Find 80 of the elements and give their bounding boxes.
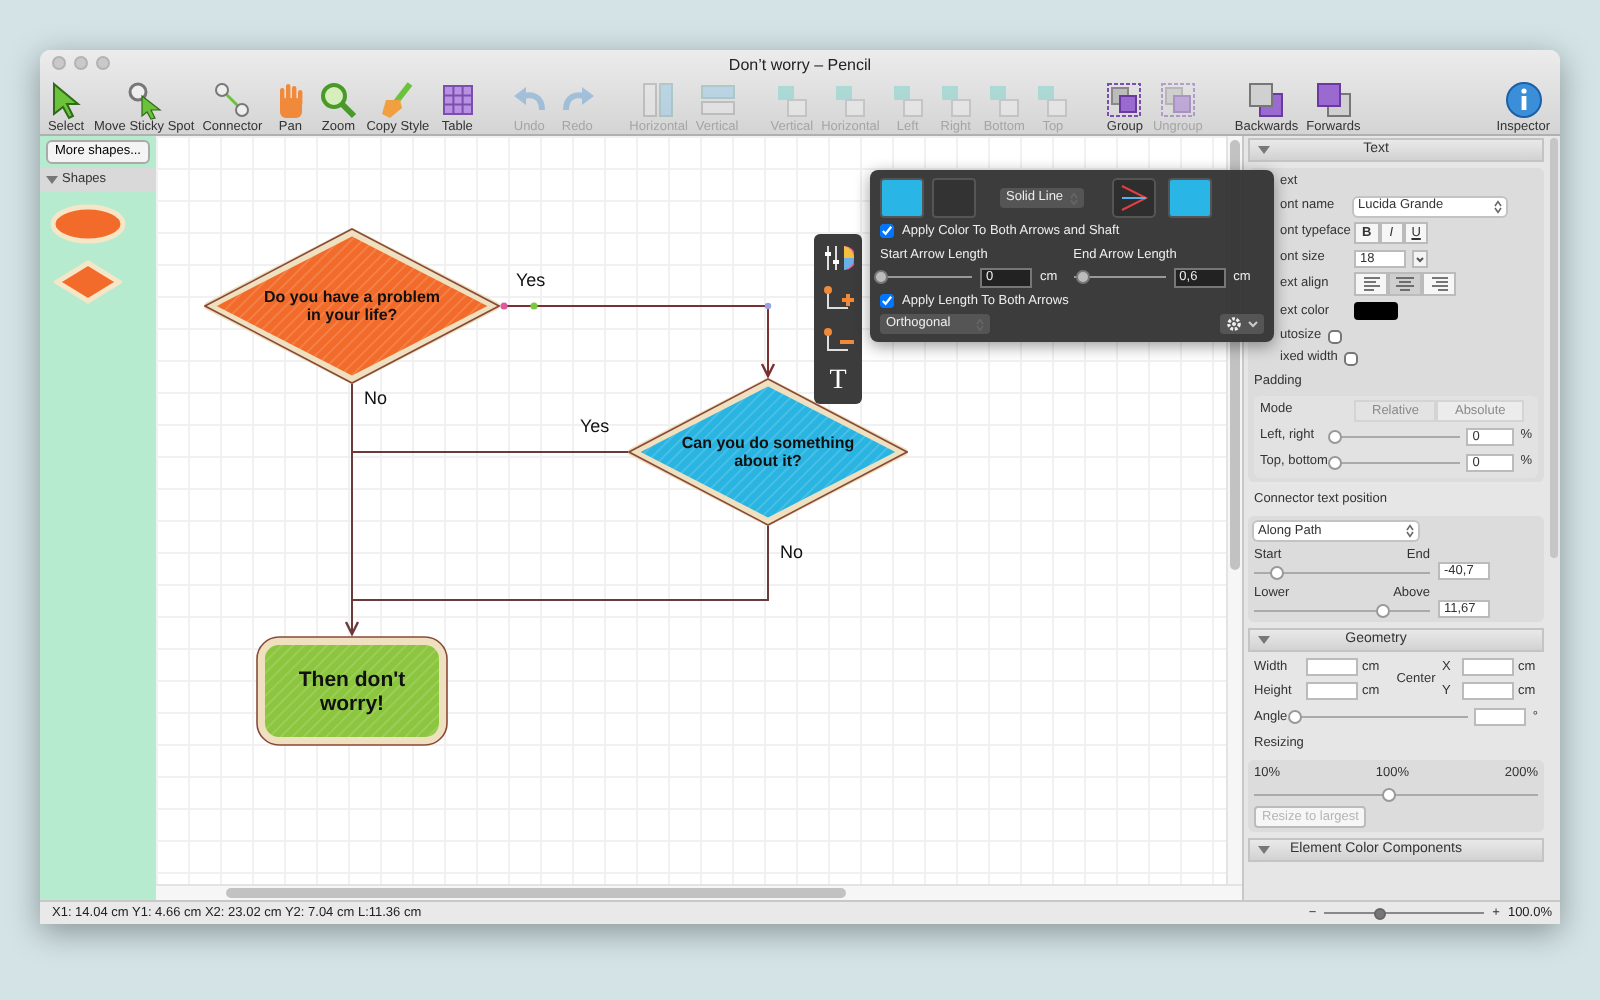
scrollbar-thumb[interactable] [226,888,846,898]
disclosure-triangle-icon[interactable] [46,175,58,184]
connector-label: Yes [580,414,610,440]
slider[interactable] [1073,270,1166,284]
group-icon [1104,80,1145,120]
text-align-icon [1430,276,1448,293]
slider-thumb[interactable] [1287,710,1302,725]
caret-icon [1248,320,1258,329]
connector-icon [212,80,253,120]
node-label: Can you do something about it? [681,433,855,471]
settings-button[interactable] [1220,314,1264,335]
cursor-magnifier-icon [124,80,165,120]
slider-thumb[interactable] [1328,455,1342,469]
slider[interactable] [880,270,972,284]
brush-icon [377,80,418,120]
disclosure-triangle-icon[interactable] [1258,845,1270,854]
number-field[interactable] [1306,658,1358,677]
layers-icon [1246,80,1287,120]
number-field[interactable] [1474,708,1527,727]
color-swatch[interactable] [880,178,924,218]
updown-icon [1069,191,1078,205]
diamond-shape[interactable] [54,259,122,304]
checkbox[interactable] [1327,329,1342,344]
ellipse-shape[interactable] [50,203,126,244]
scrollbar-thumb[interactable] [1550,138,1558,558]
text-align-icon [1396,276,1414,293]
updown-icon [1494,199,1502,214]
checkbox[interactable] [880,293,894,308]
color-well[interactable] [1354,302,1398,321]
connector-label: No [364,386,388,412]
line-style-icon[interactable] [822,242,854,274]
arrowhead-preview-icon[interactable] [1111,178,1156,218]
disclosure-triangle-icon[interactable] [1258,146,1270,154]
number-field[interactable] [1306,681,1358,700]
align-icon [830,80,871,120]
align-button[interactable] [1354,272,1388,297]
magnifier-icon [318,80,359,120]
split-panes-icon [697,80,738,120]
slider-thumb[interactable] [1328,429,1342,443]
decision-node-shape[interactable] [204,228,500,384]
slider[interactable] [1334,429,1461,443]
slider-thumb[interactable] [1374,907,1387,919]
checkbox[interactable] [880,224,894,239]
align-button[interactable] [1388,272,1422,297]
checkbox[interactable] [1343,351,1358,366]
slider[interactable] [1254,787,1538,802]
align-icon [1032,80,1073,120]
horizontal-scrollbar[interactable] [156,884,1242,900]
settings-icon [1226,316,1242,333]
number-field[interactable] [1462,658,1514,677]
node-label: Then don't worry! [296,667,408,715]
align-button[interactable] [1422,272,1456,297]
connector-label: Yes [516,268,546,294]
color-swatch[interactable] [932,178,976,218]
updown-icon [1406,524,1414,539]
align-icon [984,80,1025,120]
split-panes-icon [638,80,679,120]
slider-thumb[interactable] [1376,603,1391,618]
text-tool-button[interactable]: T [829,368,847,396]
slider[interactable] [1334,455,1461,469]
connector-line[interactable] [344,383,360,637]
connector-label: No [780,540,804,566]
slider-thumb[interactable] [874,270,888,284]
table-icon [437,80,478,120]
window-title: Don’t worry – Pencil [728,56,872,74]
slider-thumb[interactable] [1269,566,1284,580]
color-swatch[interactable] [1167,178,1212,218]
connector-line[interactable] [500,302,776,379]
node-label: Do you have a problem in your life? [261,287,443,325]
slider-thumb[interactable] [1076,270,1091,284]
layers-icon [1313,80,1354,120]
number-field[interactable] [1462,681,1514,700]
terminal-node-shape[interactable] [256,636,448,746]
connector-line[interactable] [351,525,769,601]
disclosure-triangle-icon[interactable] [1258,635,1270,644]
slider[interactable] [1254,566,1430,580]
slider[interactable] [1293,710,1469,725]
group-icon [1157,80,1198,120]
info-icon [1503,80,1544,120]
text-align-icon [1362,276,1380,293]
